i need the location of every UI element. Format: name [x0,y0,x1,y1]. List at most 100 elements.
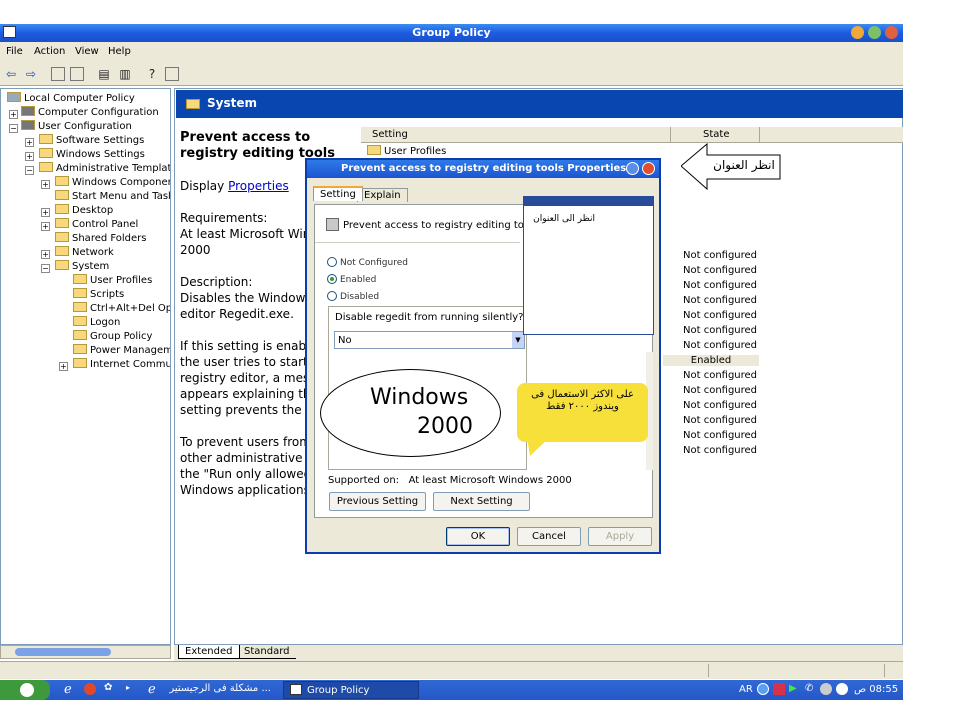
up-folder-icon[interactable] [51,67,65,81]
menu-file[interactable]: File [6,46,23,57]
properties-icon[interactable]: ▤ [97,67,111,81]
tree-item[interactable]: Desktop [55,204,113,218]
tree-item[interactable]: Ctrl+Alt+Del Optio [73,302,170,316]
requirements-label: Requirements: [180,211,268,225]
forward-arrow-icon[interactable]: ⇨ [24,67,38,81]
tab-setting[interactable]: Setting [313,186,363,201]
radio-not-configured[interactable]: Not Configured [327,257,408,268]
folder-icon [39,148,53,158]
tab-standard[interactable]: Standard [238,645,296,659]
help-icon[interactable]: ? [145,67,159,81]
tree-item[interactable]: Control Panel [55,218,138,232]
status-divider [708,664,709,677]
state-cell-selected[interactable]: Enabled [663,355,759,366]
export-list-icon[interactable]: ▥ [118,67,132,81]
tree-item[interactable]: Windows Components [55,176,170,190]
volume-icon[interactable] [820,683,832,695]
state-cell: Not configured [683,310,758,321]
tree-item[interactable]: Power Managemen [73,344,170,358]
description-line: setting prevents the a [180,403,313,417]
minimize-button[interactable] [851,26,864,39]
option-dropdown[interactable]: No ▼ [334,331,525,349]
expand-icon[interactable]: + [41,222,50,231]
radio-disabled[interactable]: Disabled [327,291,379,302]
scroll-thumb[interactable] [15,648,111,656]
next-setting-button[interactable]: Next Setting [433,492,530,511]
state-cell: Not configured [683,295,758,306]
tree-item[interactable]: Network [55,246,114,260]
tree-item[interactable]: User Profiles [73,274,152,288]
ok-button[interactable]: OK [446,527,510,546]
column-divider[interactable] [759,127,760,143]
folder-icon [55,218,69,228]
window-titlebar[interactable]: Group Policy [0,24,903,42]
tree-item[interactable]: Logon [73,316,120,330]
menu-help[interactable]: Help [108,46,131,57]
tree-computer-config[interactable]: Computer Configuration [21,106,159,120]
tree-item[interactable]: Administrative Templates [39,162,170,176]
dialog-titlebar[interactable]: Prevent access to registry editing tools… [307,160,659,178]
tree-item[interactable]: Shared Folders [55,232,147,246]
taskbar-item-group-policy[interactable]: Group Policy [283,681,419,699]
tree-horizontal-scrollbar[interactable] [0,645,171,659]
menu-action[interactable]: Action [34,46,65,57]
radio-enabled[interactable]: Enabled [327,274,376,285]
collapse-icon[interactable]: − [9,124,18,133]
play-icon[interactable]: ▶ [789,683,797,694]
tree-item[interactable]: Software Settings [39,134,144,148]
tree-root[interactable]: Local Computer Policy [7,92,135,106]
chevron-right-icon[interactable]: ▸ [126,683,130,692]
expand-icon[interactable]: + [59,362,68,371]
ie-icon[interactable]: ℯ [64,682,72,697]
tree-user-config[interactable]: User Configuration [21,120,132,134]
column-divider[interactable] [670,127,671,143]
expand-icon[interactable]: + [41,250,50,259]
phone-icon[interactable]: ✆ [805,683,813,694]
collapse-icon[interactable]: − [41,264,50,273]
clock[interactable]: 08:55 ص [854,684,898,695]
tree-item[interactable]: Start Menu and Taskba [55,190,170,204]
expand-icon[interactable]: + [41,180,50,189]
tray-icon[interactable] [773,683,785,695]
list-item[interactable]: User Profiles [367,145,446,159]
back-arrow-icon[interactable]: ⇦ [4,67,18,81]
computer-icon [21,106,35,116]
menu-bar: File Action View Help [0,42,903,62]
previous-setting-button[interactable]: Previous Setting [329,492,426,511]
cancel-button[interactable]: Cancel [517,527,581,546]
expand-icon[interactable]: + [25,152,34,161]
expand-icon[interactable]: + [41,208,50,217]
tree-item[interactable]: Windows Settings [39,148,145,162]
menu-view[interactable]: View [75,46,99,57]
console-icon[interactable] [165,67,179,81]
section-title: System [207,96,257,110]
messenger-icon[interactable]: ✿ [104,682,112,693]
list-header: Setting State [361,127,903,143]
dialog-close-button[interactable] [642,162,655,175]
language-indicator[interactable]: AR [739,684,753,695]
tree-item[interactable]: Internet Communic [73,358,170,372]
column-setting[interactable]: Setting [372,129,408,140]
tab-explain[interactable]: Explain [357,188,408,202]
show-tree-icon[interactable] [70,67,84,81]
expand-icon[interactable]: + [9,110,18,119]
maximize-button[interactable] [868,26,881,39]
collapse-icon[interactable]: − [25,166,34,175]
dialog-title: Prevent access to registry editing tools… [341,163,627,174]
expand-icon[interactable]: + [25,138,34,147]
taskbar-item-browser[interactable]: ... مشكلة فى الرجيستير [163,683,271,694]
column-state[interactable]: State [703,129,729,140]
ie-icon[interactable]: ℯ [148,682,156,697]
properties-link[interactable]: Properties [228,179,289,193]
tree-item[interactable]: Group Policy [73,330,152,344]
taskbar: ℯ ✿ ▸ ℯ ... مشكلة فى الرجيستير Group Pol… [0,680,903,700]
tab-extended[interactable]: Extended [178,645,240,659]
close-button[interactable] [885,26,898,39]
folder-icon [73,358,87,368]
tree-item[interactable]: Scripts [73,288,124,302]
dialog-help-button[interactable] [626,162,639,175]
apply-button[interactable]: Apply [588,527,652,546]
media-player-icon[interactable] [84,683,96,695]
network-icon[interactable] [757,683,769,695]
tree-item-system[interactable]: System [55,260,109,274]
